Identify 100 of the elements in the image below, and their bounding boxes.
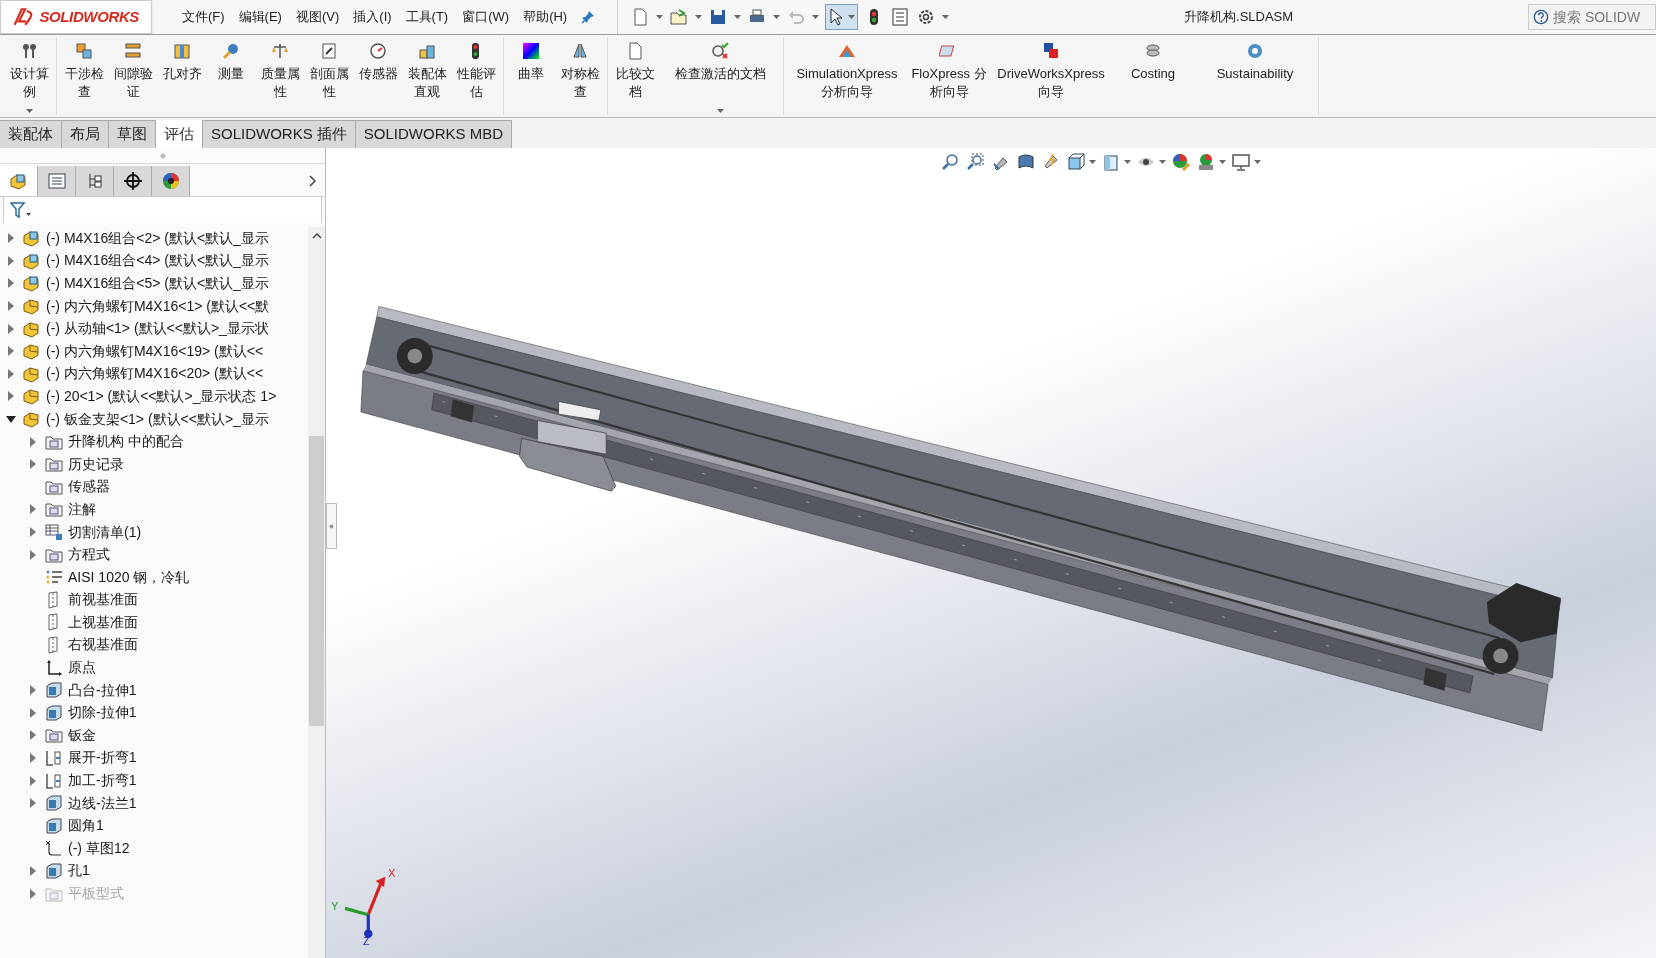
tree-item[interactable]: 传感器 [68,476,110,498]
ribbon-tab[interactable]: 布局 [62,120,109,148]
panel-collapse-handle[interactable] [326,503,337,549]
list-panel-icon[interactable] [890,7,911,27]
ribbon-button[interactable]: 传感器 [355,37,401,117]
ribbon-button[interactable]: 检查激活的文档 [661,37,779,117]
solid-feature-icon [44,680,64,701]
tree-item[interactable]: 边线-法兰1 [68,792,137,814]
menu-item[interactable]: 帮助(H) [523,7,568,27]
grip-icon [329,523,334,529]
display-style-cube-icon[interactable] [1101,152,1121,172]
ribbon-button[interactable]: 对称检查 [557,37,603,117]
scrollbar[interactable] [308,227,325,958]
ribbon-button[interactable]: 设计算例 [6,37,52,117]
color-ball-checker-icon[interactable] [1196,152,1216,172]
help-icon[interactable] [1533,8,1549,26]
panel-tab[interactable] [114,166,152,196]
menu-item[interactable]: 工具(T) [405,7,449,27]
caret-icon [773,15,781,19]
tree-item[interactable]: 孔1 [68,860,90,882]
tree-item[interactable]: 钣金 [68,724,96,746]
chevron-right-icon[interactable] [307,174,317,188]
tape-measure-icon [221,41,241,61]
ribbon-button[interactable]: 孔对齐 [159,37,205,117]
grip-icon[interactable] [159,152,166,159]
ribbon-tab[interactable]: 评估 [156,120,203,148]
monitor-icon[interactable] [1231,152,1251,172]
tree-item[interactable]: 方程式 [68,544,110,566]
axis-triad-icon [344,876,386,938]
menu-item[interactable]: 文件(F) [182,7,225,27]
scroll-up-icon[interactable] [311,231,322,241]
tree-item[interactable]: (-) 内六角螺钉M4X16<19> (默认<< [46,340,264,362]
ribbon-tab[interactable]: 草图 [109,120,156,148]
tree-item[interactable]: 历史记录 [68,453,124,475]
ribbon-tab[interactable]: SOLIDWORKS MBD [355,120,513,148]
section-view-icon[interactable] [1016,152,1036,172]
tree-item[interactable]: 加工-折弯1 [68,770,137,792]
tree-item[interactable]: 前视基准面 [68,589,138,611]
expand-arrow-icon[interactable] [6,414,16,425]
tree-item[interactable]: 切除-拉伸1 [68,702,137,724]
color-ball-pencil-icon[interactable] [1171,152,1191,172]
scale-icon [270,41,290,61]
tree-item[interactable]: 注解 [68,498,96,520]
tree-item[interactable]: (-) M4X16组合<4> (默认<默认_显示 [46,250,269,272]
tree-item[interactable]: 展开-折弯1 [68,747,137,769]
sketch-icon [44,838,64,859]
view-cube-icon[interactable] [1066,152,1086,172]
menu-item[interactable]: 窗口(W) [462,7,510,27]
tree-item[interactable]: (-) 内六角螺钉M4X16<20> (默认<< [46,363,264,385]
solid-feature-icon [44,815,64,836]
tree-item[interactable]: (-) 草图12 [68,837,130,859]
tree-item[interactable]: (-) 钣金支架<1> (默认<<默认>_显示 [46,408,269,430]
scroll-thumb[interactable] [309,436,324,726]
tree-item[interactable]: (-) M4X16组合<2> (默认<默认_显示 [46,227,269,249]
assembly-icon [22,273,42,294]
tree-item[interactable]: 原点 [68,657,96,679]
pin-icon[interactable] [581,10,596,24]
ribbon-button[interactable]: 曲率 [508,37,554,117]
tree-item[interactable]: 圆角1 [68,815,104,837]
tree-item[interactable]: 切割清单(1) [68,521,142,543]
ribbon-button[interactable]: 比较文档 [612,37,658,117]
panel-tab[interactable] [152,166,190,196]
tree-item[interactable]: (-) 内六角螺钉M4X16<1> (默认<<默 [46,295,270,317]
menu-item[interactable]: 插入(I) [353,7,392,27]
tree-item[interactable]: (-) 从动轴<1> (默认<<默认>_显示状 [46,318,269,340]
tree-item[interactable]: (-) M4X16组合<5> (默认<默认_显示 [46,273,269,294]
ribbon-tab[interactable]: SOLIDWORKS 插件 [203,120,356,148]
ribbon-button[interactable]: 性能评估 [453,37,499,117]
part-icon [8,171,29,191]
ribbon-button[interactable]: FloXpress 分析向导 [909,37,989,117]
select-button[interactable] [825,4,859,30]
ribbon-button[interactable]: 质量属性 [257,37,303,117]
tree-item[interactable]: 升降机构 中的配合 [68,431,184,453]
ribbon-tab[interactable]: 装配体 [0,120,62,148]
tree-item[interactable]: 右视基准面 [68,634,138,656]
tree-item[interactable]: 凸台-拉伸1 [68,679,137,701]
ribbon-button[interactable]: SimulationXpress 分析向导 [788,37,906,117]
tree-item[interactable]: AISI 1020 钢，冷轧 [68,566,190,588]
search-field[interactable]: 搜索 SOLIDW [1528,4,1656,30]
table-icon [44,522,64,542]
filter-icon[interactable] [10,201,32,219]
magnifier-icon[interactable] [941,152,961,172]
dw-badge-icon [1041,41,1061,61]
ribbon-button[interactable]: 装配体直观 [404,37,450,117]
color-wheel-icon [160,171,181,191]
magnifier-icon[interactable] [966,152,986,172]
ribbon-button[interactable]: Costing [1113,37,1193,117]
ribbon-button[interactable]: 干涉检查 [61,37,107,117]
ribbon-button[interactable]: Sustainability [1196,37,1314,117]
ribbon-button[interactable]: 测量 [208,37,254,117]
menu-item[interactable]: 编辑(E) [238,7,282,27]
ribbon-button[interactable]: 剖面属性 [306,37,352,117]
caret-icon [812,15,820,19]
caret-icon [1124,160,1131,164]
ribbon-button[interactable]: DriveWorksXpress 向导 [992,37,1110,117]
tree-item[interactable]: (-) 20<1> (默认<<默认>_显示状态 1> [46,385,277,407]
ribbon-button[interactable]: 间隙验证 [110,37,156,117]
tree-item[interactable]: 上视基准面 [68,611,138,633]
menu-item[interactable]: 视图(V) [295,7,340,27]
open-folder-icon[interactable] [669,7,690,27]
